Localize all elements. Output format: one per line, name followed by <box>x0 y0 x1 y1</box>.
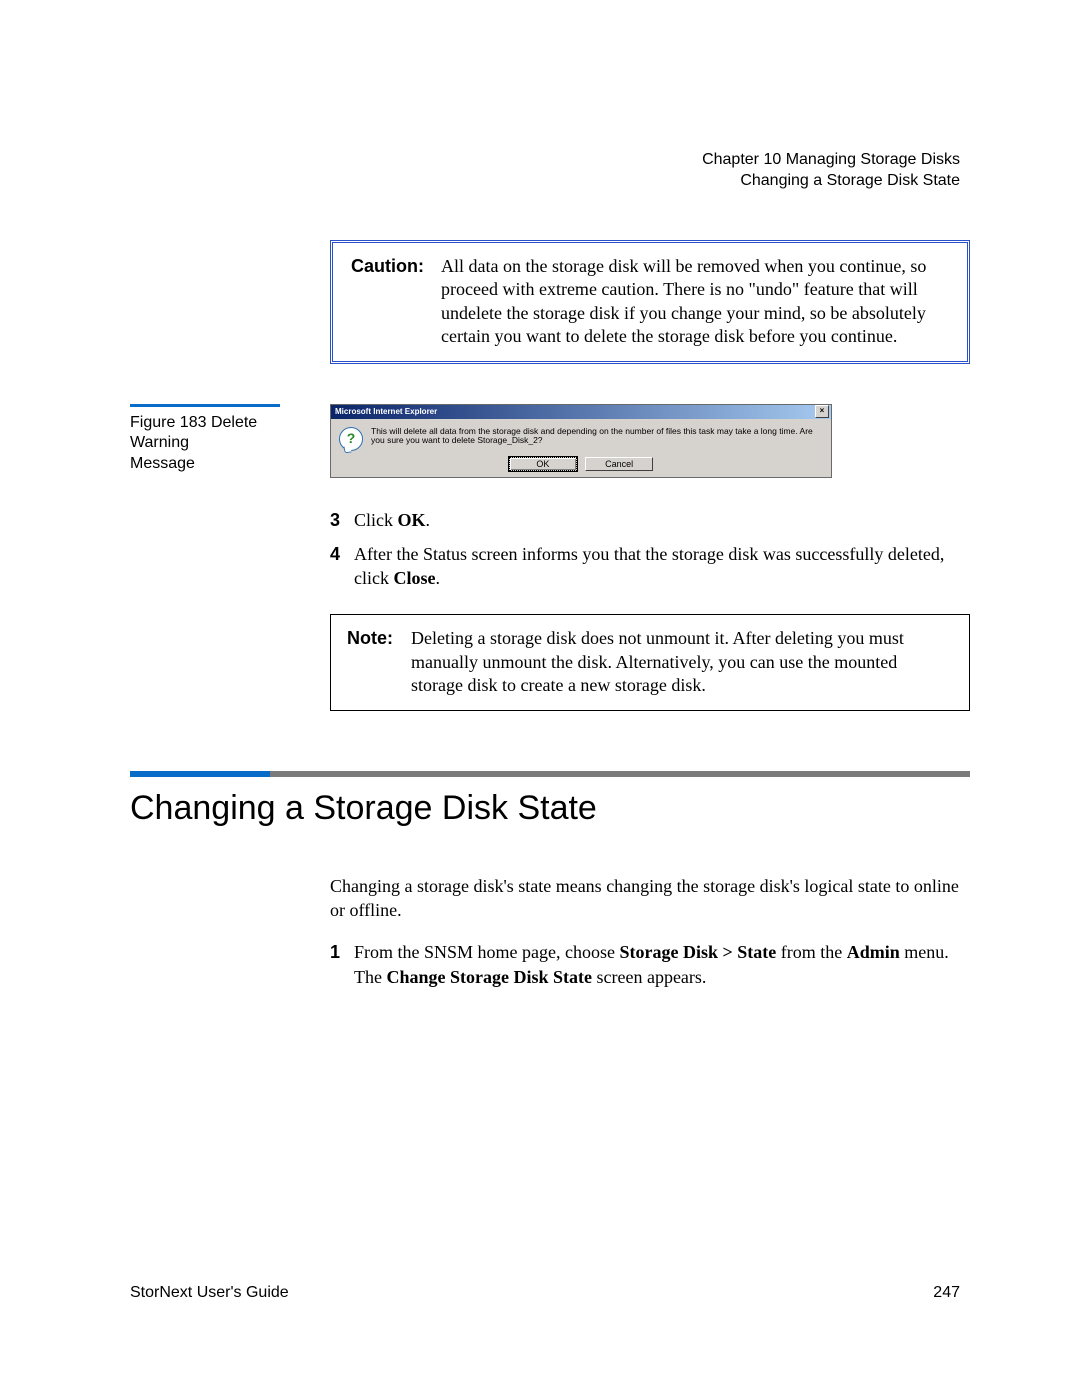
procedure-steps: 3 Click OK. 4 After the Status screen in… <box>330 508 970 591</box>
caution-text: All data on the storage disk will be rem… <box>441 255 949 349</box>
dialog-button-row: OK Cancel <box>331 453 831 477</box>
step-number: 1 <box>330 940 354 989</box>
content-area: Caution: All data on the storage disk wi… <box>330 240 970 989</box>
question-icon: ? <box>339 427 363 451</box>
dialog-titlebar: Microsoft Internet Explorer × <box>331 405 831 419</box>
ie-dialog: Microsoft Internet Explorer × ? This wil… <box>330 404 832 478</box>
figure-caption-line1: Figure 183 Delete Warning <box>130 413 280 455</box>
section-step-1: 1 From the SNSM home page, choose Storag… <box>330 940 970 989</box>
document-page: Chapter 10 Managing Storage Disks Changi… <box>0 0 1080 1397</box>
page-footer: StorNext User's Guide 247 <box>130 1284 960 1302</box>
ok-button[interactable]: OK <box>509 457 577 471</box>
header-chapter: Chapter 10 Managing Storage Disks <box>702 150 960 171</box>
step-text: Click OK. <box>354 508 430 532</box>
step-4: 4 After the Status screen informs you th… <box>330 542 970 591</box>
note-box: Note: Deleting a storage disk does not u… <box>330 614 970 710</box>
page-header: Chapter 10 Managing Storage Disks Changi… <box>702 150 960 192</box>
note-text: Deleting a storage disk does not unmount… <box>411 627 953 697</box>
header-section: Changing a Storage Disk State <box>702 171 960 192</box>
step-text: After the Status screen informs you that… <box>354 542 970 591</box>
rule-body <box>270 771 970 777</box>
footer-left: StorNext User's Guide <box>130 1284 289 1302</box>
figure-label-column: Figure 183 Delete Warning Message <box>130 404 280 475</box>
step-3: 3 Click OK. <box>330 508 970 532</box>
dialog-screenshot: Microsoft Internet Explorer × ? This wil… <box>330 404 970 478</box>
section-body: Changing a storage disk's state means ch… <box>330 874 970 989</box>
section-rule <box>130 771 970 777</box>
section-intro: Changing a storage disk's state means ch… <box>330 874 970 923</box>
caution-box: Caution: All data on the storage disk wi… <box>330 240 970 364</box>
step-number: 4 <box>330 542 354 591</box>
rule-accent <box>130 771 270 777</box>
figure-rule <box>130 404 280 407</box>
section-title: Changing a Storage Disk State <box>130 789 970 828</box>
section-divider: Changing a Storage Disk State <box>130 771 970 828</box>
figure-caption-line2: Message <box>130 454 280 475</box>
close-icon[interactable]: × <box>815 405 829 418</box>
step-number: 3 <box>330 508 354 532</box>
footer-page-number: 247 <box>933 1284 960 1302</box>
cancel-button[interactable]: Cancel <box>585 457 653 471</box>
dialog-title: Microsoft Internet Explorer <box>335 407 437 416</box>
caution-label: Caution: <box>351 255 441 349</box>
step-text: From the SNSM home page, choose Storage … <box>354 940 970 989</box>
note-label: Note: <box>347 627 411 697</box>
dialog-message: This will delete all data from the stora… <box>371 427 823 447</box>
dialog-body: ? This will delete all data from the sto… <box>331 419 831 453</box>
